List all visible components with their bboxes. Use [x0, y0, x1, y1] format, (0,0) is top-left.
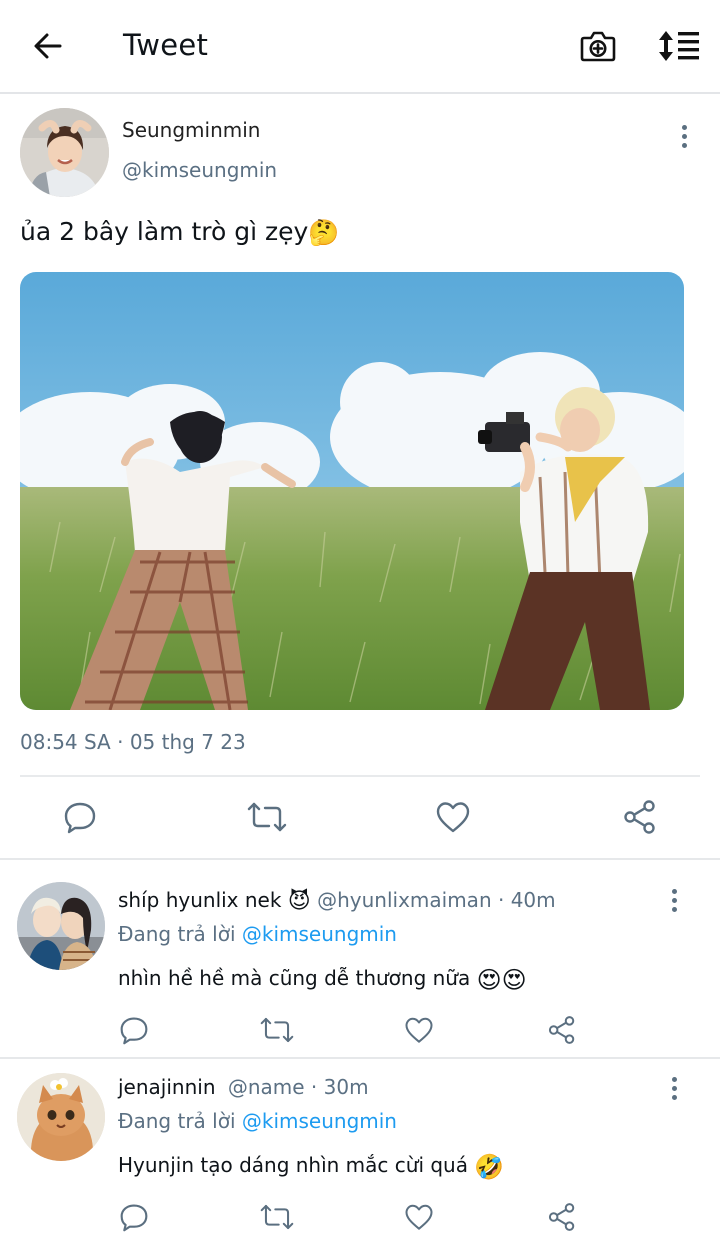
smiling-devil-emoji: 😈	[287, 888, 311, 914]
more-dot-icon	[671, 897, 677, 903]
reply-avatar[interactable]	[17, 882, 105, 970]
tweet-body: ủa 2 bây làm trò gì zẹy	[20, 217, 309, 246]
reply-more-button[interactable]	[662, 883, 686, 917]
tweet-more-button[interactable]	[672, 119, 696, 153]
back-button[interactable]	[26, 26, 70, 66]
reply-body: nhìn hề hề mà cũng dễ thương nữa	[118, 966, 477, 990]
reply-author-name[interactable]: shíp hyunlix nek	[118, 888, 281, 912]
retweet-button[interactable]	[255, 1195, 299, 1239]
like-icon	[405, 1204, 433, 1230]
more-dot-icon	[671, 1085, 677, 1091]
share-button[interactable]	[618, 795, 662, 839]
divider	[0, 858, 720, 860]
more-dot-icon	[681, 133, 687, 139]
share-icon	[624, 800, 655, 834]
camera-plus-icon	[580, 31, 616, 62]
reply-text: nhìn hề hề mà cũng dễ thương nữa 😍😍	[118, 963, 527, 995]
retweet-icon	[247, 802, 287, 832]
heart-eyes-emoji: 😍😍	[476, 965, 527, 994]
share-button[interactable]	[540, 1008, 584, 1052]
reply-header: jenajinnin @name · 30m	[118, 1073, 369, 1101]
sort-lines-icon	[659, 31, 699, 61]
reply-text: Hyunjin tạo dáng nhìn mắc cừi quá 🤣	[118, 1150, 504, 1182]
replying-to: Đang trả lời @kimseungmin	[118, 920, 397, 948]
more-dot-icon	[671, 1076, 677, 1082]
author-handle[interactable]: @kimseungmin	[122, 156, 277, 184]
like-button[interactable]	[397, 1008, 441, 1052]
retweet-icon	[260, 1204, 294, 1230]
camera-button[interactable]	[576, 26, 620, 66]
retweet-icon	[260, 1017, 294, 1043]
replying-to: Đang trả lời @kimseungmin	[118, 1107, 397, 1135]
reply-button[interactable]	[112, 1008, 156, 1052]
more-dot-icon	[671, 906, 677, 912]
more-dot-icon	[671, 1094, 677, 1100]
reply-avatar[interactable]	[17, 1073, 105, 1161]
author-avatar[interactable]	[20, 108, 109, 197]
share-icon	[548, 1016, 575, 1044]
replying-to-label: Đang trả lời	[118, 922, 242, 946]
reply-header: shíp hyunlix nek 😈 @hyunlixmaiman · 40m	[118, 886, 556, 916]
retweet-button[interactable]	[255, 1008, 299, 1052]
top-app-bar: Tweet	[0, 0, 720, 94]
replying-to-handle[interactable]: @kimseungmin	[242, 1109, 397, 1133]
reply-author-name[interactable]: jenajinnin	[118, 1075, 216, 1099]
like-button[interactable]	[431, 795, 475, 839]
rolling-laughing-emoji: 🤣	[474, 1152, 505, 1181]
reply-time: · 30m	[304, 1075, 369, 1099]
divider	[0, 1057, 720, 1059]
reply-button[interactable]	[58, 795, 102, 839]
tweet-media-image[interactable]	[20, 272, 684, 710]
reply-icon	[120, 1017, 148, 1045]
author-name[interactable]: Seungminmin	[122, 116, 260, 144]
tweet-text: ủa 2 bây làm trò gì zẹy🤔	[20, 214, 339, 251]
arrow-left-icon	[34, 33, 62, 59]
more-dot-icon	[681, 142, 687, 148]
reply-author-handle[interactable]: @name	[228, 1075, 305, 1099]
share-icon	[548, 1203, 575, 1231]
reply-body: Hyunjin tạo dáng nhìn mắc cừi quá	[118, 1153, 475, 1177]
reply-author-handle[interactable]: @hyunlixmaiman	[317, 888, 492, 912]
thinking-face-emoji: 🤔	[308, 218, 340, 247]
like-icon	[436, 802, 470, 833]
reply-icon	[64, 802, 96, 834]
retweet-button[interactable]	[245, 795, 289, 839]
tweet-timestamp: 08:54 SA · 05 thg 7 23	[20, 730, 246, 754]
replying-to-label: Đang trả lời	[118, 1109, 242, 1133]
page-title: Tweet	[123, 28, 209, 62]
more-dot-icon	[671, 888, 677, 894]
like-icon	[405, 1017, 433, 1043]
divider	[20, 775, 700, 777]
reply-time: · 40m	[491, 888, 556, 912]
more-dot-icon	[681, 124, 687, 130]
reply-button[interactable]	[112, 1195, 156, 1239]
reply-icon	[120, 1204, 148, 1232]
replying-to-handle[interactable]: @kimseungmin	[242, 922, 397, 946]
sort-button[interactable]	[656, 26, 702, 66]
share-button[interactable]	[540, 1195, 584, 1239]
reply-more-button[interactable]	[662, 1071, 686, 1105]
like-button[interactable]	[397, 1195, 441, 1239]
